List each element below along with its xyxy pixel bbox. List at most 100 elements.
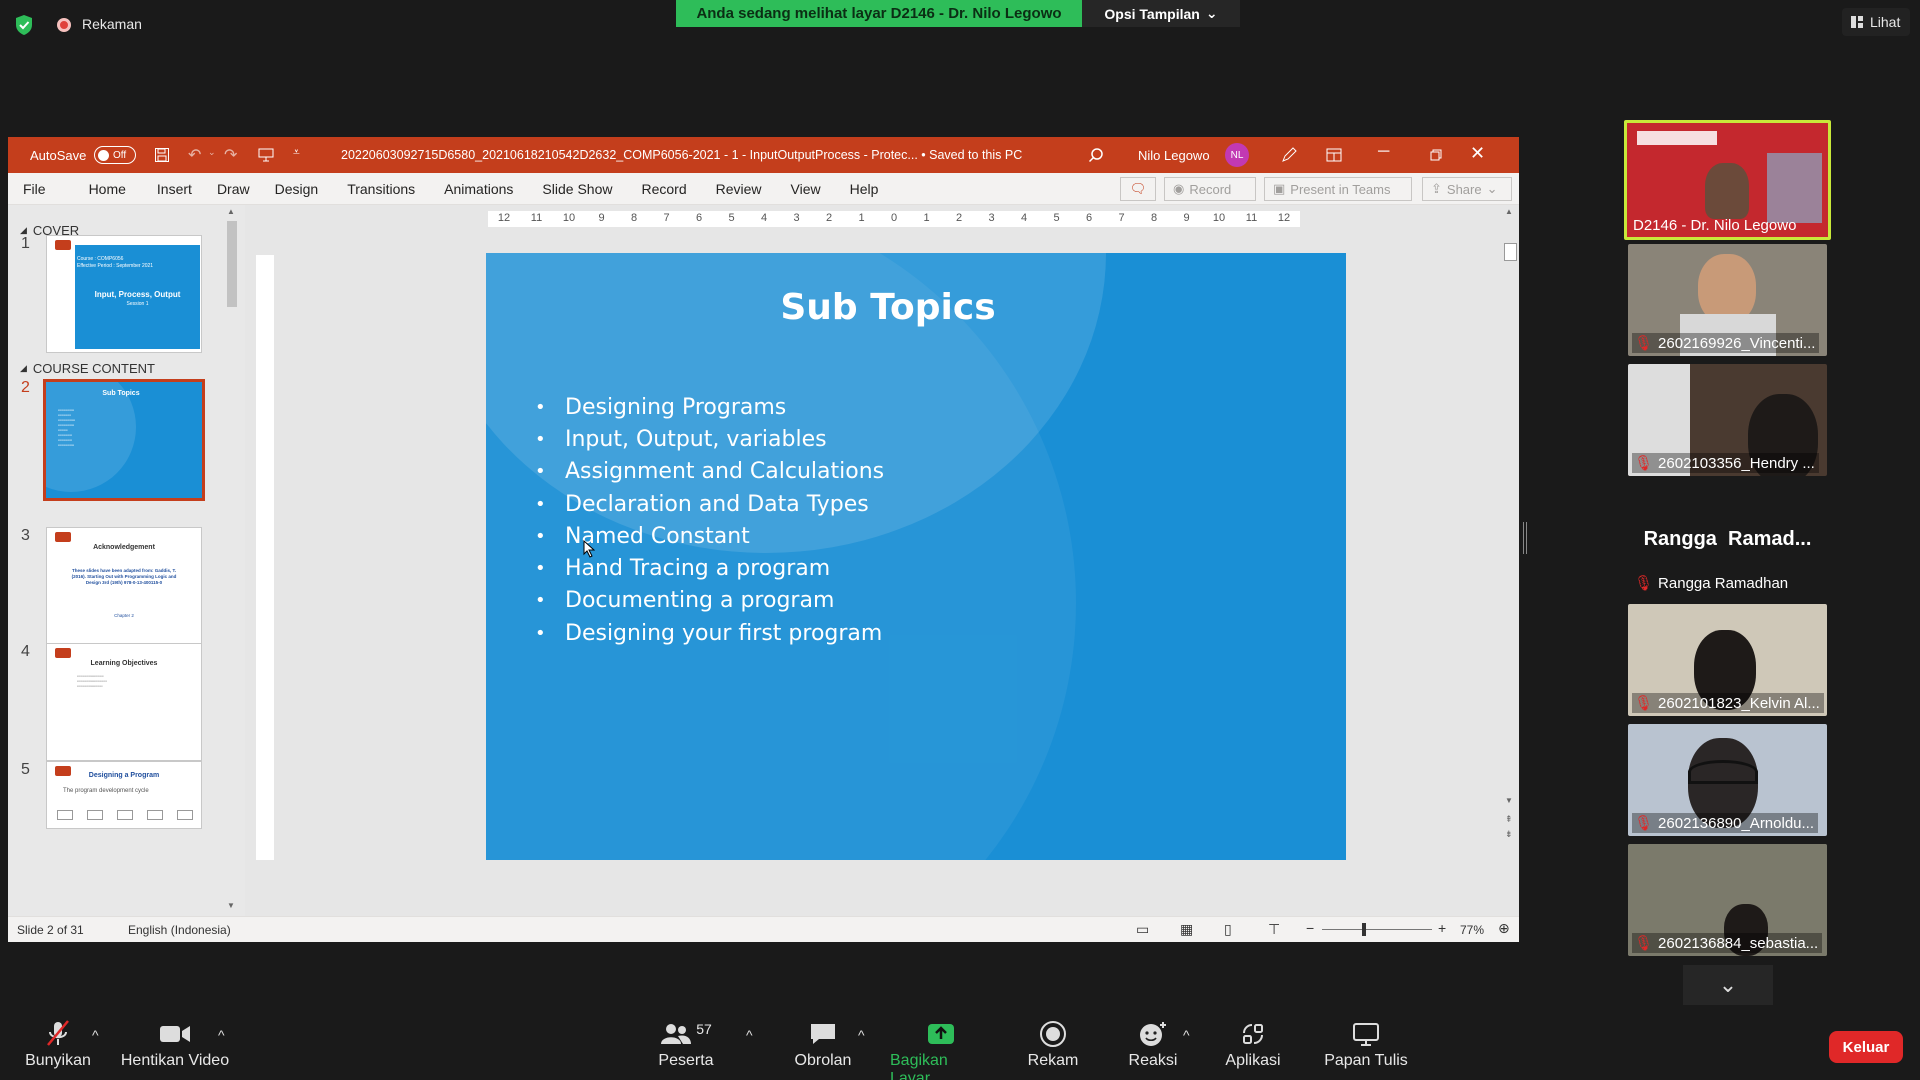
scroll-down-icon[interactable]: ▼ [227,901,235,910]
panel-resize-handle[interactable] [1523,522,1527,554]
share-screen-button[interactable]: Bagikan Layar [890,1016,992,1080]
ruler-tick-label: 5 [1053,212,1060,224]
whiteboard-button[interactable]: Papan Tulis [1324,1016,1408,1070]
language-indicator[interactable]: English (Indonesia) [128,923,231,937]
record-meeting-button[interactable]: Rekam [1024,1016,1082,1070]
thumb4-body: ▪▪▪▪▪▪▪▪▪▪▪▪▪▪▪▪▪▪▪▪▪▪▪▪▪ ▪▪▪▪▪▪▪▪▪▪▪▪▪▪▪… [77,674,107,688]
share-button[interactable]: ⇪ Share ⌄ [1422,177,1512,201]
tab-review[interactable]: Review [700,181,775,197]
comments-button[interactable]: 🗨 [1120,177,1156,201]
tab-file[interactable]: File [8,181,59,197]
scroll-up-icon[interactable]: ▲ [1505,207,1513,216]
previous-slide-icon[interactable]: ⇞ [1505,814,1513,825]
participant-name: D2146 - Dr. Nilo Legowo [1633,217,1797,234]
participant-tile[interactable]: 🎙 2602103356_Hendry ... [1628,364,1827,476]
tab-view[interactable]: View [775,181,834,197]
reactions-options-caret-icon[interactable]: ^ [1183,1027,1190,1043]
participant-tile[interactable]: 🎙 2602136884_sebastia... [1628,844,1827,956]
reactions-button[interactable]: Reaksi [1126,1016,1180,1070]
present-from-start-icon[interactable] [258,147,274,163]
close-icon[interactable]: ✕ [1470,143,1485,164]
tab-insert[interactable]: Insert [139,181,205,197]
unmute-button[interactable]: Bunyikan [22,1016,94,1070]
participant-tile-active-speaker[interactable]: D2146 - Dr. Nilo Legowo [1624,120,1831,240]
tab-home[interactable]: Home [59,181,139,197]
scrollbar-thumb[interactable] [227,221,237,307]
pen-icon[interactable] [1280,146,1298,164]
security-shield-icon[interactable] [14,14,34,36]
tab-record[interactable]: Record [625,181,699,197]
autosave-toggle[interactable]: Off [94,146,136,164]
slide-canvas[interactable]: Sub Topics Designing Programs Input, Out… [486,253,1346,860]
scrollbar-thumb[interactable] [1504,243,1517,261]
tab-design[interactable]: Design [263,181,332,197]
tab-draw[interactable]: Draw [205,181,263,197]
slideshow-view-icon[interactable]: ⊤ [1268,921,1280,938]
screen-share-banner: Anda sedang melihat layar D2146 - Dr. Ni… [676,0,1082,27]
reading-view-icon[interactable]: ▯ [1224,921,1232,938]
undo-icon[interactable]: ↶ [188,145,201,165]
fit-to-window-icon[interactable]: ⊕ [1498,920,1510,937]
participant-label: 🎙 2602103356_Hendry ... [1632,453,1819,473]
slide-thumb-3[interactable]: Acknowledgement These slides have been a… [46,527,202,645]
redo-icon[interactable]: ↷ [224,145,237,165]
apps-button[interactable]: Aplikasi [1222,1016,1284,1070]
scroll-down-icon[interactable]: ▼ [1505,796,1513,805]
view-options-dropdown[interactable]: Opsi Tampilan ⌄ [1082,0,1240,27]
zoom-level[interactable]: 77% [1460,923,1484,937]
slide-thumb-1[interactable]: Course : COMP6056 Effective Period : Sep… [46,235,202,353]
zoom-out-icon[interactable]: − [1306,920,1314,936]
more-participants-button[interactable]: ⌄ [1683,965,1773,1005]
audio-options-caret-icon[interactable]: ^ [92,1027,99,1043]
customize-toolbar-icon[interactable]: ⩡ [293,145,300,160]
participant-tile[interactable]: 🎙 2602101823_Kelvin Al... [1628,604,1827,716]
binus-logo-icon [55,240,71,250]
slide-sorter-icon[interactable]: ▦ [1180,921,1193,938]
reaction-smiley-icon [1138,1016,1168,1052]
next-slide-icon[interactable]: ⇟ [1505,829,1513,840]
restore-icon[interactable] [1430,149,1442,161]
bullet-item: Designing your first program [535,617,884,649]
slide-thumb-5[interactable]: Designing a Program The program developm… [46,761,202,829]
slide-thumb-2-selected[interactable]: Sub Topics ▪▪▪▪▪▪▪▪▪▪▪▪▪▪▪ ▪▪▪▪▪▪▪▪▪▪▪▪ ▪▪… [43,379,205,501]
normal-view-icon[interactable]: ▭ [1136,921,1149,938]
scroll-up-icon[interactable]: ▲ [227,207,235,216]
chevron-down-icon: ⌄ [1718,972,1738,997]
tab-animations[interactable]: Animations [428,181,526,197]
leave-meeting-button[interactable]: Keluar [1829,1031,1903,1063]
tab-help[interactable]: Help [834,181,892,197]
section-course-content[interactable]: ◢ COURSE CONTENT [20,361,155,376]
slide-thumb-4[interactable]: Learning Objectives ▪▪▪▪▪▪▪▪▪▪▪▪▪▪▪▪▪▪▪▪… [46,643,202,761]
thumbnails-scrollbar[interactable]: ▲ ▼ [225,207,240,913]
zoom-slider[interactable] [1322,929,1432,930]
editor-scrollbar[interactable]: ▲ ▼ ⇞ ⇟ [1502,207,1519,847]
vertical-ruler [256,255,274,860]
zoom-slider-thumb[interactable] [1362,923,1366,936]
chat-options-caret-icon[interactable]: ^ [858,1027,865,1043]
slide-thumbnails-panel[interactable]: ◢ COVER 1 Course : COMP6056 Effective Per… [8,205,245,916]
undo-dropdown-icon[interactable]: ⌄ [208,147,216,158]
tab-slide-show[interactable]: Slide Show [526,181,625,197]
view-button[interactable]: Lihat [1842,8,1910,36]
thumb1-course: Course [77,256,94,262]
ribbon-display-icon[interactable] [1326,147,1342,163]
zoom-in-icon[interactable]: + [1438,920,1446,936]
present-in-teams-button[interactable]: ▣ Present in Teams [1264,177,1412,201]
recording-indicator-icon [57,18,71,32]
minimize-icon[interactable]: ─ [1378,143,1389,161]
ruler-tick-label: 8 [1150,212,1158,224]
participant-tile[interactable]: 🎙 2602169926_Vincenti... [1628,244,1827,356]
thumb1-session: Session 1 [126,301,149,307]
record-button[interactable]: ◉ Record [1164,177,1256,201]
user-avatar[interactable]: NL [1225,143,1249,167]
chat-button[interactable]: Obrolan [790,1016,856,1070]
search-icon[interactable] [1088,147,1104,163]
participant-tile[interactable]: 🎙 2602136890_Arnoldu... [1628,724,1827,836]
participants-button[interactable]: 57 Peserta [658,1016,714,1070]
save-icon[interactable] [154,147,170,163]
participants-options-caret-icon[interactable]: ^ [746,1027,753,1043]
stop-video-button[interactable]: Hentikan Video [120,1016,230,1070]
participant-tile-no-video[interactable]: Rangga Ramad... 🎙 Rangga Ramadhan [1628,484,1827,596]
tab-transitions[interactable]: Transitions [331,181,428,197]
video-options-caret-icon[interactable]: ^ [218,1027,225,1043]
